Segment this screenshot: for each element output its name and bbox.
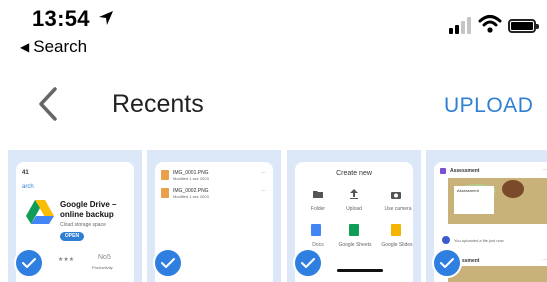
user-avatar (442, 236, 450, 244)
image-file-icon (161, 188, 169, 198)
wifi-icon (478, 15, 502, 33)
shot-rating-stars: ★★★ (58, 257, 75, 263)
shot-category: Productivity (92, 265, 113, 270)
shot-open-button: OPEN (60, 232, 84, 241)
back-to-search-label: Search (33, 37, 88, 56)
shot-sheets-label: Google Sheets (338, 242, 372, 248)
shot-doc-title: Assessment (457, 188, 479, 193)
shot-status-time: 41 (22, 170, 29, 176)
header: Recents UPLOAD (0, 80, 547, 130)
more-icon: ⋯ (542, 167, 547, 173)
more-icon: ⋯ (261, 188, 266, 194)
sheets-icon (349, 224, 359, 236)
shot-file-2-meta: Modified 1 sec 2003 (173, 194, 209, 199)
recent-thumbnail[interactable]: Create new Folder Upload Use camera Docs… (287, 150, 421, 282)
selected-check-icon (432, 248, 462, 278)
shot-camera-label: Use camera (384, 206, 412, 212)
slides-icon (391, 224, 401, 236)
image-file-icon (161, 170, 169, 180)
docs-icon (311, 224, 321, 236)
recent-thumbnail[interactable]: Assessment ⋯ Assessment You uploaded a f… (426, 150, 547, 282)
battery-icon (508, 19, 539, 33)
shot-doc-card: Assessment (454, 186, 494, 214)
shot-upload-note: You uploaded a file just now (454, 238, 504, 243)
more-icon: ⋯ (542, 257, 547, 263)
google-drive-logo-icon (26, 200, 54, 224)
signal-bars-icon (449, 17, 471, 34)
shot-search-link: arch (22, 184, 34, 190)
recent-thumbnail[interactable]: 41 arch Google Drive – online backup Clo… (8, 150, 142, 282)
more-icon: ⋯ (261, 170, 266, 176)
back-triangle-icon: ◀ (20, 40, 30, 54)
selected-check-icon (293, 248, 323, 278)
shot-folder-label: Folder (310, 206, 326, 212)
shot-create-new-title: Create new (336, 170, 372, 177)
recent-thumbnail[interactable]: IMG_0001.PNG Modified 1 sec 2003 ⋯ IMG_0… (147, 150, 281, 282)
home-indicator (337, 269, 383, 272)
folder-icon (313, 191, 323, 198)
shot-upload-label: Upload (346, 206, 362, 212)
shot-heading-1: Assessment (450, 168, 480, 174)
page-title: Recents (112, 90, 204, 118)
selected-check-icon (153, 248, 183, 278)
status-bar: 13:54 ◀ Search (0, 0, 547, 60)
shot-rank: No5 (98, 254, 111, 261)
food-photo (448, 266, 547, 282)
shot-file-1-meta: Modified 1 sec 2003 (173, 176, 209, 181)
camera-icon (391, 192, 401, 199)
shot-app-name: Google Drive – (60, 200, 117, 209)
back-to-search-button[interactable]: ◀ Search (20, 37, 87, 57)
clock: 13:54 (32, 6, 90, 31)
location-arrow-icon (98, 10, 114, 31)
upload-icon (350, 189, 358, 199)
shot-slides-label: Google Slides (381, 242, 413, 248)
upload-button[interactable]: UPLOAD (444, 94, 533, 118)
forms-icon (440, 168, 446, 174)
selected-check-icon (14, 248, 44, 278)
shot-app-subtitle: Cloud storage space (60, 222, 106, 228)
back-chevron-icon[interactable] (36, 86, 60, 122)
shot-app-name-2: online backup (60, 210, 114, 219)
recents-strip: 41 arch Google Drive – online backup Clo… (0, 150, 547, 282)
